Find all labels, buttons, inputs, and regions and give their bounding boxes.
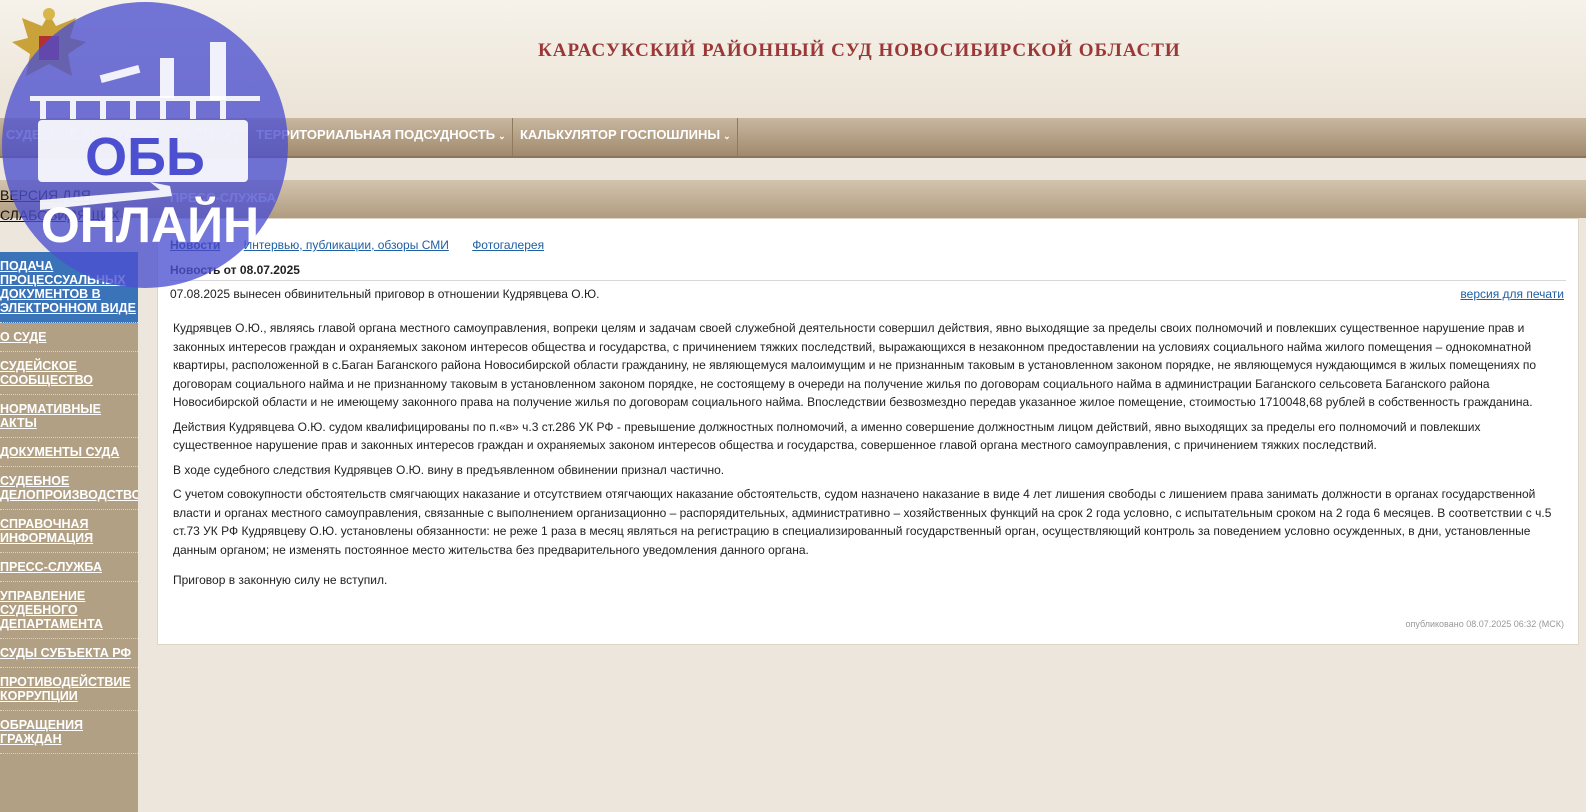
tab-interviews[interactable]: Интервью, публикации, обзоры СМИ [244,238,449,252]
news-title: 07.08.2025 вынесен обвинительный пригово… [170,287,600,301]
news-paragraph: Действия Кудрявцева О.Ю. судом квалифици… [173,419,1481,453]
news-paragraph: С учетом совокупности обстоятельств смяг… [173,487,1552,557]
nav-territorial-jurisdiction[interactable]: ТЕРРИТОРИАЛЬНАЯ ПОДСУДНОСТЬ ⌄ [250,118,513,156]
chevron-down-icon: ⌄ [723,131,731,141]
sidebar-item-anticorruption[interactable]: ПРОТИВОДЕЙСТВИЕ КОРРУПЦИИ [0,668,138,711]
section-title: ПРЕСС-СЛУЖБА [170,190,277,205]
chevron-down-icon: ⌄ [231,131,240,141]
published-timestamp: опубликовано 08.07.2025 06:32 (МСК) [1405,619,1564,629]
sidebar-item-documents[interactable]: ДОКУМЕНТЫ СУДА [0,438,138,467]
sidebar-item-regulations[interactable]: НОРМАТИВНЫЕ АКТЫ [0,395,138,438]
sidebar-item-regional-courts[interactable]: СУДЫ СУБЪЕКТА РФ [0,639,138,668]
news-content: Новости Интервью, публикации, обзоры СМИ… [157,218,1579,645]
press-tabs: Новости Интервью, публикации, обзоры СМИ… [170,238,564,252]
news-date-heading: Новость от 08.07.2025 [170,263,300,277]
sidebar-item-press[interactable]: ПРЕСС-СЛУЖБА [0,553,138,582]
sidebar-item-appeals[interactable]: ОБРАЩЕНИЯ ГРАЖДАН [0,711,138,754]
nav-court-proceedings[interactable]: СУДЕБНОЕ ДЕЛОПРОИЗВОДСТВО ⌄ [0,118,247,156]
news-paragraph: В ходе судебного следствия Кудрявцев О.Ю… [173,462,725,477]
sidebar-item-judges[interactable]: СУДЕЙСКОЕ СООБЩЕСТВО [0,352,138,395]
site-title: КАРАСУКСКИЙ РАЙОННЫЙ СУД НОВОСИБИРСКОЙ О… [538,40,1181,61]
sidebar-item-electronic-filing[interactable]: ПОДАЧА ПРОЦЕССУАЛЬНЫХ ДОКУМЕНТОВ В ЭЛЕКТ… [0,252,138,323]
sidebar-item-department[interactable]: УПРАВЛЕНИЕ СУДЕБНОГО ДЕПАРТАМЕНТА [0,582,138,639]
section-band: ПРЕСС-СЛУЖБА [0,180,1586,218]
news-paragraph: Приговор в законную силу не вступил. [173,573,388,587]
sidebar: ПОДАЧА ПРОЦЕССУАЛЬНЫХ ДОКУМЕНТОВ В ЭЛЕКТ… [0,252,138,812]
tab-photo-gallery[interactable]: Фотогалерея [472,238,544,252]
news-paragraph: Кудрявцев О.Ю., являясь главой органа ме… [173,321,1537,409]
sidebar-item-reference[interactable]: СПРАВОЧНАЯ ИНФОРМАЦИЯ [0,510,138,553]
chevron-down-icon: ⌄ [498,131,506,141]
news-body: Кудрявцев О.Ю., являясь главой органа ме… [173,319,1553,596]
tab-news[interactable]: Новости [170,238,220,252]
coat-of-arms-icon [12,8,86,76]
nav-fee-calculator[interactable]: КАЛЬКУЛЯТОР ГОСПОШЛИНЫ ⌄ [514,118,738,156]
print-version-link[interactable]: версия для печати [1460,287,1564,301]
sidebar-item-about[interactable]: О СУДЕ [0,323,138,352]
site-header: КАРАСУКСКИЙ РАЙОННЫЙ СУД НОВОСИБИРСКОЙ О… [0,0,1586,118]
divider [170,280,1566,281]
sidebar-item-proceedings[interactable]: СУДЕБНОЕ ДЕЛОПРОИЗВОДСТВО [0,467,138,510]
version-for-visually-impaired-link[interactable]: ВЕРСИЯ ДЛЯ СЛАБОВИДЯЩИХ [0,185,140,225]
top-navigation: СУДЕБНОЕ ДЕЛОПРОИЗВОДСТВО ⌄ ТЕРРИТОРИАЛЬН… [0,118,1586,158]
